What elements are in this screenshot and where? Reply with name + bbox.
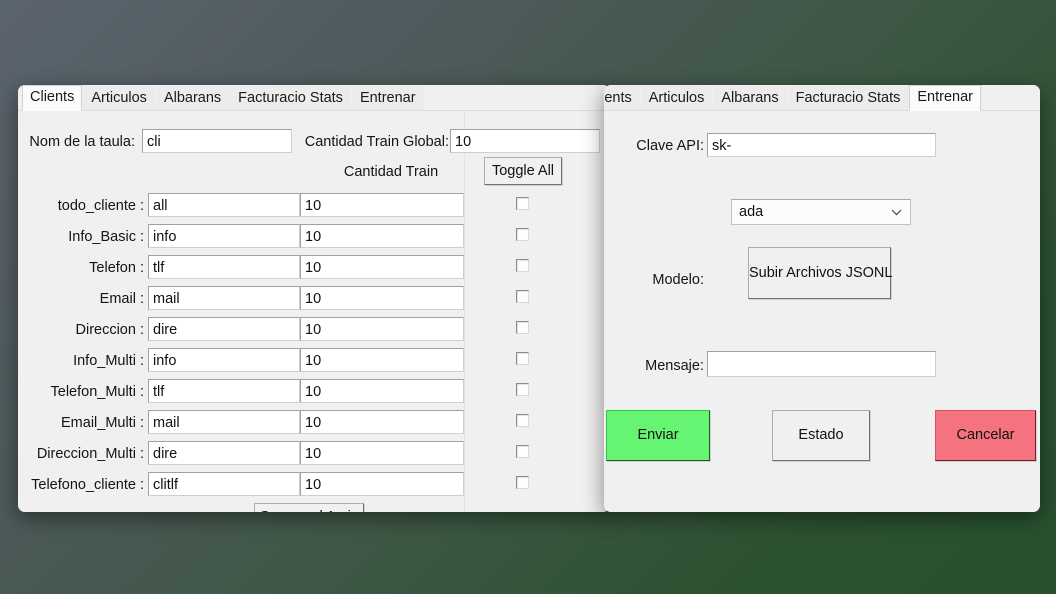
global-train-label: Cantidad Train Global: xyxy=(304,134,449,150)
row-count-input[interactable] xyxy=(300,441,464,465)
row-count-input[interactable] xyxy=(300,286,464,310)
row-checkbox[interactable] xyxy=(516,414,529,427)
row-prefix-input[interactable] xyxy=(148,472,300,496)
row-count-input[interactable] xyxy=(300,255,464,279)
row-prefix-input[interactable] xyxy=(148,255,300,279)
tab-articulos-right[interactable]: Articulos xyxy=(640,86,713,111)
api-key-label: Clave API: xyxy=(636,138,704,154)
row-label: Direccion_Multi : xyxy=(36,446,144,462)
tab-albarans[interactable]: Albarans xyxy=(155,86,230,111)
model-select[interactable]: ada xyxy=(731,199,911,225)
tab-facturacio-stats-right[interactable]: Facturacio Stats xyxy=(787,86,909,111)
row-prefix-input[interactable] xyxy=(148,193,300,217)
generate-file-button[interactable]: Genera el Arxiu xyxy=(254,503,364,512)
row-count-input[interactable] xyxy=(300,317,464,341)
tab-entrenar[interactable]: Entrenar xyxy=(351,86,424,111)
cancel-button[interactable]: Cancelar xyxy=(935,410,1036,461)
tab-clients-right[interactable]: Clients xyxy=(604,86,640,111)
cantidad-train-column-header: Cantidad Train xyxy=(343,164,439,180)
row-count-input[interactable] xyxy=(300,224,464,248)
tab-entrenar-right[interactable]: Entrenar xyxy=(909,85,981,111)
row-label: Telefono_cliente : xyxy=(31,477,144,493)
tab-clients[interactable]: Clients xyxy=(22,85,83,111)
row-checkbox[interactable] xyxy=(516,259,529,272)
send-button[interactable]: Enviar xyxy=(606,410,710,461)
row-prefix-input[interactable] xyxy=(148,410,300,434)
row-label: Direccion : xyxy=(75,322,145,338)
row-prefix-input[interactable] xyxy=(148,317,300,341)
table-name-input[interactable] xyxy=(142,129,292,153)
row-checkbox[interactable] xyxy=(516,383,529,396)
row-checkbox[interactable] xyxy=(516,290,529,303)
model-label: Modelo: xyxy=(652,272,704,288)
row-count-input[interactable] xyxy=(300,379,464,403)
row-checkbox[interactable] xyxy=(516,445,529,458)
message-label: Mensaje: xyxy=(645,358,704,374)
clients-window: Clients Articulos Albarans Facturacio St… xyxy=(18,85,610,512)
row-label: Email_Multi : xyxy=(61,415,144,431)
row-count-input[interactable] xyxy=(300,348,464,372)
row-checkbox[interactable] xyxy=(516,321,529,334)
row-label: Telefon : xyxy=(89,260,144,276)
right-tabstrip: Clients Articulos Albarans Facturacio St… xyxy=(604,85,1040,111)
row-checkbox[interactable] xyxy=(516,228,529,241)
row-count-input[interactable] xyxy=(300,472,464,496)
row-label: Info_Multi : xyxy=(73,353,144,369)
tab-facturacio-stats[interactable]: Facturacio Stats xyxy=(230,86,351,111)
row-checkbox[interactable] xyxy=(516,197,529,210)
row-label: Email : xyxy=(99,291,144,307)
entrenar-panel-body: Clave API: ada Modelo: Subir Archivos JS… xyxy=(604,111,1040,512)
row-prefix-input[interactable] xyxy=(148,379,300,403)
clients-panel-body: Nom de la taula: Cantidad Train Global: … xyxy=(18,111,610,512)
row-label: todo_cliente : xyxy=(57,198,144,214)
panel-divider xyxy=(464,111,465,512)
row-label: Info_Basic : xyxy=(68,229,144,245)
chevron-down-icon xyxy=(891,209,902,216)
model-select-value: ada xyxy=(739,204,764,220)
table-name-label: Nom de la taula: xyxy=(29,134,135,150)
desktop-background: Clients Articulos Albarans Facturacio St… xyxy=(0,0,1056,594)
left-tabstrip: Clients Articulos Albarans Facturacio St… xyxy=(18,85,610,111)
entrenar-window: Clients Articulos Albarans Facturacio St… xyxy=(604,85,1040,512)
row-count-input[interactable] xyxy=(300,193,464,217)
toggle-all-button[interactable]: Toggle All xyxy=(484,157,562,185)
row-count-input[interactable] xyxy=(300,410,464,434)
row-checkbox[interactable] xyxy=(516,352,529,365)
row-prefix-input[interactable] xyxy=(148,286,300,310)
api-key-input[interactable] xyxy=(707,133,936,157)
row-label: Telefon_Multi : xyxy=(50,384,145,400)
row-prefix-input[interactable] xyxy=(148,224,300,248)
message-input[interactable] xyxy=(707,351,936,377)
global-train-input[interactable] xyxy=(450,129,600,153)
upload-jsonl-button[interactable]: Subir Archivos JSONL xyxy=(748,247,892,299)
row-checkbox[interactable] xyxy=(516,476,529,489)
status-button[interactable]: Estado xyxy=(772,410,870,461)
tab-albarans-right[interactable]: Albarans xyxy=(713,86,787,111)
row-prefix-input[interactable] xyxy=(148,441,300,465)
row-prefix-input[interactable] xyxy=(148,348,300,372)
tab-articulos[interactable]: Articulos xyxy=(83,86,155,111)
